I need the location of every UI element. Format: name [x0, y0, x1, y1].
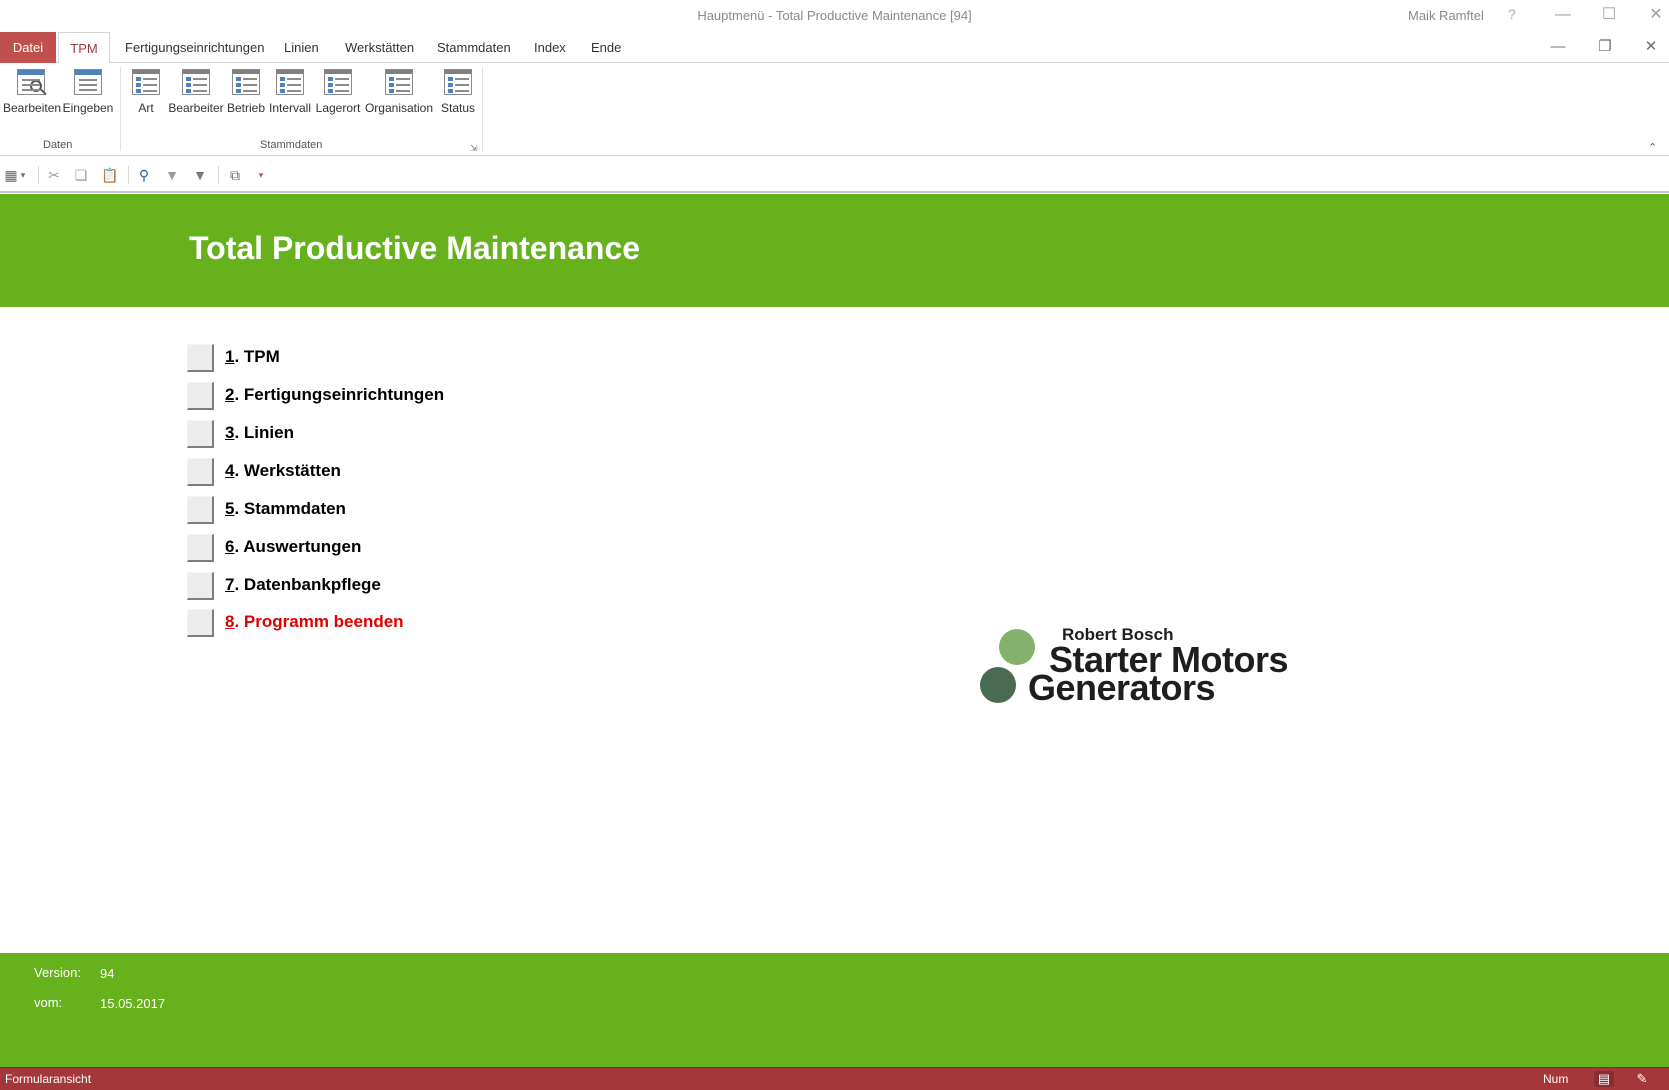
tab-fertigungseinrichtungen[interactable]: Fertigungseinrichtungen	[125, 32, 264, 63]
status-bar: Formularansicht Num ▤ ✎	[0, 1067, 1669, 1090]
tab-stammdaten[interactable]: Stammdaten	[437, 32, 511, 63]
tab-ende[interactable]: Ende	[591, 32, 621, 63]
table-icon	[232, 69, 260, 95]
design-view-icon[interactable]: ✎	[1632, 1071, 1652, 1087]
logo-line-3: Generators	[1028, 667, 1216, 708]
tab-linien[interactable]: Linien	[284, 32, 319, 63]
ribbon-lagerort-button[interactable]: Lagerort	[314, 69, 362, 115]
filter-icon[interactable]: ▼	[191, 167, 209, 183]
doc-minimize-icon[interactable]: —	[1547, 38, 1569, 56]
menu-item-label: 4. Werkstätten	[225, 461, 341, 480]
ribbon-button-label: Organisation	[364, 101, 434, 115]
collapse-ribbon-icon[interactable]: ⌃	[1648, 141, 1657, 154]
menu-button-fertigungseinrichtungen[interactable]	[187, 382, 214, 410]
ribbon-button-label: Bearbeiten	[3, 101, 62, 115]
version-label: Version:	[34, 965, 81, 980]
ribbon-bearbeiter-button[interactable]: Bearbeiter	[167, 69, 225, 115]
form-view-icon[interactable]: ▤	[1594, 1071, 1614, 1087]
ribbon-button-label: Eingeben	[62, 101, 114, 115]
form-search-icon	[17, 69, 47, 96]
customize-toolbar-icon[interactable]: ▾	[255, 167, 267, 183]
ribbon: Bearbeiten Eingeben Daten Art Bearbeiter…	[0, 63, 1669, 156]
form-header: Total Productive Maintenance	[0, 194, 1669, 307]
version-value: 94	[100, 966, 115, 981]
help-icon[interactable]: ?	[1508, 6, 1516, 22]
table-icon	[385, 69, 413, 95]
ribbon-status-button[interactable]: Status	[437, 69, 479, 115]
maximize-icon[interactable]: ☐	[1597, 5, 1621, 25]
group-label-stammdaten: Stammdaten	[260, 139, 323, 151]
doc-restore-icon[interactable]: ❐	[1594, 38, 1616, 56]
refresh-icon[interactable]: ⧉	[226, 167, 244, 183]
tab-index[interactable]: Index	[534, 32, 566, 63]
status-view-mode: Formularansicht	[5, 1072, 92, 1086]
group-label-daten: Daten	[43, 139, 73, 151]
quick-access-toolbar: ▦ ▾ ✂ ❏ 📋 ⚲ ▼ ▼ ⧉ ▾	[0, 157, 1669, 193]
menu-item-label: 1. TPM	[225, 347, 280, 366]
menu-button-programm-beenden[interactable]	[187, 609, 214, 637]
menu-button-werkstaetten[interactable]	[187, 458, 214, 486]
tab-werkstaetten[interactable]: Werkstätten	[345, 32, 414, 63]
toolbar-separator	[38, 166, 39, 184]
menu-bar: Datei TPM Fertigungseinrichtungen Linien…	[0, 32, 1669, 64]
title-bar: Hauptmenü - Total Productive Maintenance…	[0, 0, 1669, 32]
page-title: Total Productive Maintenance	[189, 230, 641, 266]
ribbon-button-label: Intervall	[268, 101, 312, 115]
ribbon-button-label: Art	[138, 101, 154, 115]
menu-item-label: 6. Auswertungen	[225, 537, 362, 556]
dialog-launcher-icon[interactable]: ⇲	[470, 143, 478, 154]
menu-item-label: 7. Datenbankpflege	[225, 575, 381, 594]
tab-tpm[interactable]: TPM	[58, 32, 110, 64]
menu-button-auswertungen[interactable]	[187, 534, 214, 562]
menu-button-linien[interactable]	[187, 420, 214, 448]
paste-icon[interactable]: 📋	[101, 167, 119, 183]
logo-circle-dark	[980, 667, 1016, 703]
ribbon-bearbeiten-button[interactable]: Bearbeiten	[3, 69, 62, 115]
ribbon-button-label: Status	[440, 101, 476, 115]
company-logo: Robert Bosch Starter Motors Generators	[980, 625, 1300, 708]
ribbon-button-label: Betrieb	[226, 101, 266, 115]
menu-item-label: 8. Programm beenden	[225, 612, 404, 631]
find-icon[interactable]: ⚲	[135, 167, 153, 183]
menu-item-label: 2. Fertigungseinrichtungen	[225, 385, 445, 404]
minimize-icon[interactable]: —	[1551, 5, 1575, 25]
menu-button-tpm[interactable]	[187, 344, 214, 372]
menu-button-stammdaten[interactable]	[187, 496, 214, 524]
group-separator	[120, 67, 121, 151]
ribbon-eingeben-button[interactable]: Eingeben	[62, 69, 114, 115]
ribbon-button-label: Lagerort	[315, 101, 361, 115]
table-icon	[132, 69, 160, 95]
dropdown-arrow-icon[interactable]: ▾	[18, 167, 28, 183]
ribbon-betrieb-button[interactable]: Betrieb	[226, 69, 266, 115]
ribbon-organisation-button[interactable]: Organisation	[364, 69, 434, 115]
table-icon	[276, 69, 304, 95]
table-icon	[324, 69, 352, 95]
form-icon	[74, 69, 102, 95]
status-num-lock: Num	[1543, 1072, 1569, 1086]
tab-datei[interactable]: Datei	[0, 32, 56, 63]
close-icon[interactable]: ✕	[1644, 5, 1668, 25]
copy-icon[interactable]: ❏	[72, 167, 90, 183]
table-icon	[444, 69, 472, 95]
form-footer: Version: 94 vom: 15.05.2017	[0, 953, 1669, 1067]
toolbar-separator	[218, 166, 219, 184]
doc-close-icon[interactable]: ✕	[1640, 38, 1662, 56]
menu-button-datenbankpflege[interactable]	[187, 572, 214, 600]
ribbon-art-button[interactable]: Art	[131, 69, 161, 115]
group-separator	[482, 67, 483, 151]
date-label: vom:	[34, 995, 63, 1010]
toolbar-separator	[128, 166, 129, 184]
menu-item-label: 3. Linien	[225, 423, 294, 442]
date-value: 15.05.2017	[100, 996, 166, 1011]
filter-clear-icon[interactable]: ▼	[163, 167, 181, 183]
logo-circle-light	[999, 629, 1035, 665]
ribbon-intervall-button[interactable]: Intervall	[268, 69, 312, 115]
user-name[interactable]: Maik Ramftel	[1408, 8, 1484, 23]
menu-item-label: 5. Stammdaten	[225, 499, 346, 518]
table-icon	[182, 69, 210, 95]
cut-icon[interactable]: ✂	[45, 167, 63, 183]
ribbon-button-label: Bearbeiter	[168, 101, 224, 115]
